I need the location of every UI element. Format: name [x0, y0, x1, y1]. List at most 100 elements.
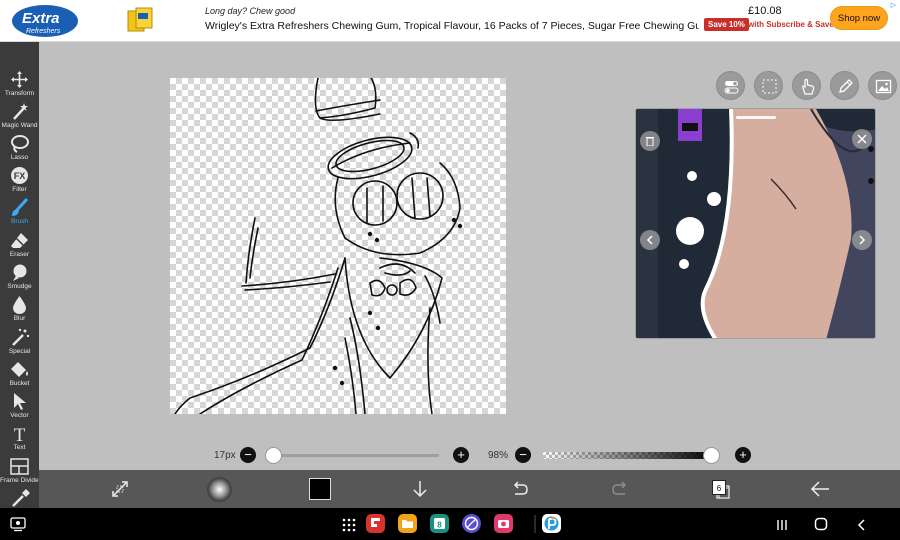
reference-next-button[interactable]: [852, 230, 872, 250]
tool-transform[interactable]: Transform: [0, 70, 39, 102]
reference-close-button[interactable]: [852, 129, 872, 149]
close-icon: [857, 134, 867, 144]
subscribe-save-text: with Subscribe & Save: [748, 20, 834, 29]
tool-label: Magic Wand: [1, 122, 38, 129]
screen-recorder-button[interactable]: [10, 516, 26, 537]
calendar-icon[interactable]: 8: [430, 514, 449, 533]
svg-text:FX: FX: [14, 171, 26, 181]
chevron-left-icon: [857, 519, 865, 531]
svg-text:T: T: [14, 425, 26, 443]
download-button[interactable]: [405, 470, 435, 508]
flipboard-icon[interactable]: [366, 514, 385, 533]
folder-icon[interactable]: [398, 514, 417, 533]
reference-image-button[interactable]: [868, 71, 897, 100]
tool-label: Text: [13, 444, 26, 451]
tool-smudge[interactable]: Smudge: [0, 263, 39, 295]
browser-icon[interactable]: [462, 514, 481, 533]
back-arrow-icon: [810, 481, 829, 497]
reference-image: [636, 109, 875, 338]
hand-edit-icon: [802, 78, 815, 95]
reference-delete-button[interactable]: [640, 131, 660, 151]
trash-icon: [646, 137, 654, 146]
ibispaint-icon[interactable]: [542, 514, 561, 533]
tool-frame-divider[interactable]: Frame Divider: [0, 457, 41, 489]
toggle-button[interactable]: [716, 71, 745, 100]
pen-button[interactable]: [830, 71, 859, 100]
reference-image-icon: [875, 79, 892, 94]
info-icon[interactable]: ▷: [889, 1, 898, 10]
brush-size-minus-button[interactable]: −: [240, 447, 256, 463]
opacity-value: 98%: [488, 450, 509, 461]
transform-quick-icon: [112, 481, 128, 497]
redo-button[interactable]: [605, 470, 635, 508]
reference-prev-button[interactable]: [640, 230, 660, 250]
tool-label: Smudge: [7, 283, 32, 290]
tool-bucket[interactable]: Bucket: [0, 360, 39, 392]
color-swatch[interactable]: [309, 478, 331, 500]
tool-eraser[interactable]: Eraser: [0, 231, 39, 263]
eraser-icon: [11, 233, 28, 248]
brush-preview[interactable]: [207, 477, 232, 502]
hand-edit-button[interactable]: [792, 71, 821, 100]
nav-divider: [534, 515, 536, 538]
quick-transform-button[interactable]: [105, 470, 135, 508]
system-back-button[interactable]: [856, 518, 868, 536]
tool-filter[interactable]: FX Filter: [0, 166, 39, 198]
ad-product-title[interactable]: Wrigley's Extra Refreshers Chewing Gum, …: [205, 20, 699, 32]
reference-drag-handle[interactable]: [736, 116, 776, 119]
shop-now-button[interactable]: Shop now: [830, 6, 888, 30]
brush-size-slider-track[interactable]: [274, 454, 439, 457]
selection-icon: [762, 79, 777, 94]
tool-magic-wand[interactable]: Magic Wand: [0, 102, 39, 134]
brush-icon: [12, 198, 29, 216]
opacity-slider-thumb[interactable]: [702, 447, 720, 464]
chevron-right-icon: [859, 235, 866, 245]
brush-size-plus-button[interactable]: +: [453, 447, 469, 463]
tool-label: Vector: [10, 412, 29, 419]
tool-brush[interactable]: Brush: [0, 198, 39, 230]
tool-label: Blur: [13, 315, 26, 322]
tool-label: Transform: [4, 90, 35, 97]
tool-label: Eraser: [9, 251, 30, 258]
tool-lasso[interactable]: Lasso: [0, 134, 39, 166]
ad-banner[interactable]: Extra Refreshers Long day? Chew good Wri…: [0, 0, 900, 42]
sparkle-wand-icon: [12, 328, 30, 346]
opacity-slider-track[interactable]: [543, 452, 715, 459]
save-badge: Save 10%: [704, 18, 749, 31]
recent-apps-icon: [777, 520, 787, 530]
camera-icon[interactable]: [494, 514, 513, 533]
brush-size-slider-thumb[interactable]: [265, 447, 282, 464]
tool-label: Bucket: [9, 380, 30, 387]
tool-vector[interactable]: Vector: [0, 392, 39, 424]
tool-blur[interactable]: Blur: [0, 295, 39, 327]
fx-icon: FX: [11, 167, 28, 184]
tool-label: Special: [8, 348, 31, 355]
tool-special[interactable]: Special: [0, 328, 39, 360]
selection-button[interactable]: [754, 71, 783, 100]
app-drawer-button[interactable]: [342, 518, 356, 537]
opacity-plus-button[interactable]: +: [735, 447, 751, 463]
product-thumbnail[interactable]: [124, 5, 156, 35]
recent-apps-button[interactable]: [776, 518, 788, 536]
drawing-canvas[interactable]: [170, 78, 506, 414]
home-button[interactable]: [814, 517, 828, 536]
frame-divider-icon: [10, 458, 29, 475]
ad-tagline: Long day? Chew good: [205, 6, 296, 16]
back-button[interactable]: [805, 470, 835, 508]
reference-window[interactable]: [635, 108, 876, 339]
tool-text[interactable]: T Text: [0, 424, 39, 456]
brush-size-value: 17px: [214, 450, 236, 461]
lasso-icon: [11, 135, 29, 153]
pen-icon: [839, 79, 853, 93]
opacity-minus-button[interactable]: −: [515, 447, 531, 463]
text-icon: T: [14, 425, 26, 443]
magic-wand-icon: [13, 103, 28, 120]
bucket-icon: [11, 362, 28, 377]
eyedropper-icon: [12, 489, 30, 507]
app-drawer-icon: [342, 518, 356, 532]
ad-price: £10.08: [748, 5, 782, 17]
action-bar: [39, 470, 900, 508]
undo-button[interactable]: [505, 470, 535, 508]
drop-icon: [13, 296, 26, 314]
redo-icon: [612, 481, 627, 495]
